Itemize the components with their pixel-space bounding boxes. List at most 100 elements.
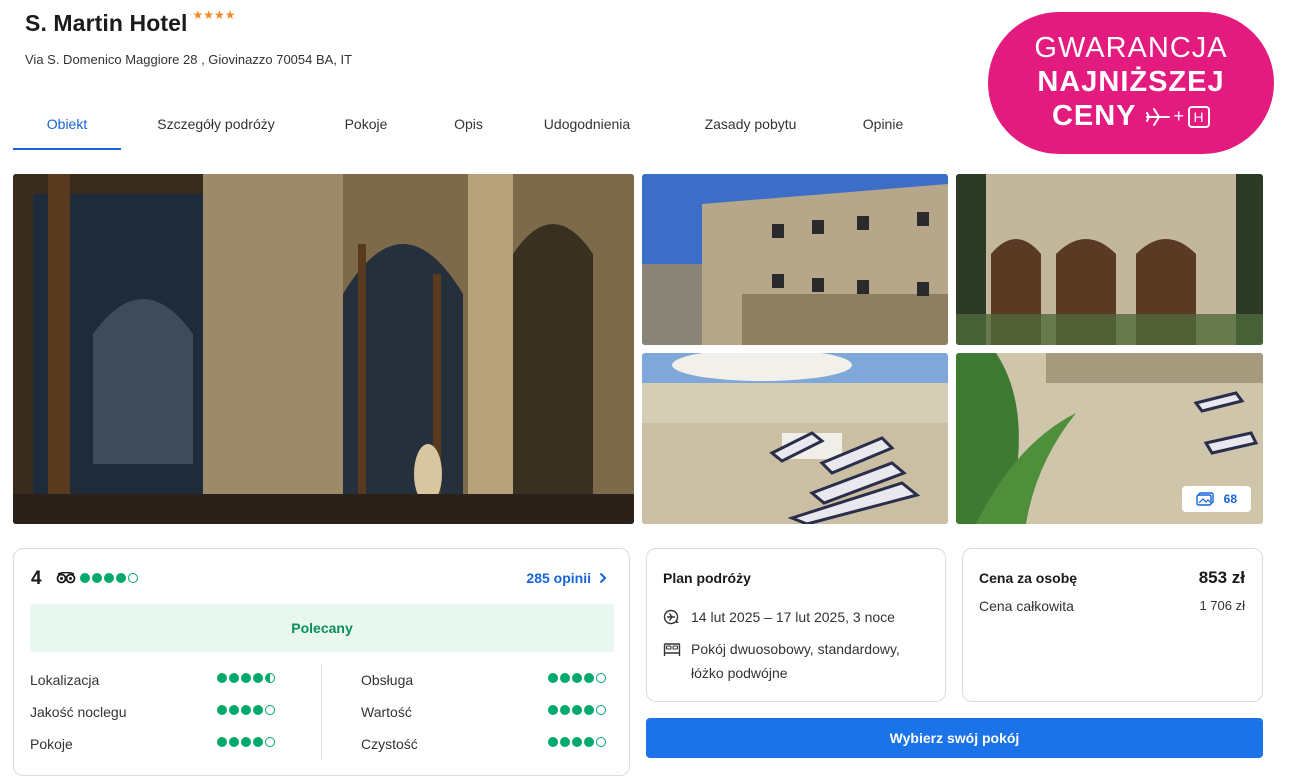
rating-dot xyxy=(572,737,582,747)
badge-line-3: CENY + H xyxy=(988,100,1274,133)
rating-dot xyxy=(548,705,558,715)
tripadvisor-rating xyxy=(56,572,138,584)
rating-dot xyxy=(596,737,606,747)
category-label-lokalizacja: Lokalizacja xyxy=(30,672,100,688)
rating-dot xyxy=(128,573,138,583)
category-dots xyxy=(217,705,275,715)
rating-dot xyxy=(572,673,582,683)
rating-dot xyxy=(584,705,594,715)
badge-plus: + xyxy=(1173,106,1186,126)
rating-dot xyxy=(241,737,251,747)
photo-courtyard-arches[interactable] xyxy=(956,174,1263,345)
hotel-title: S. Martin Hotel ★★★★ xyxy=(25,8,236,37)
tab-opinie[interactable]: Opinie xyxy=(843,100,923,150)
rating-dot xyxy=(217,737,227,747)
recommended-banner: Polecany xyxy=(30,604,614,652)
category-dots xyxy=(548,705,606,715)
hotel-box-icon: H xyxy=(1188,105,1211,128)
rating-dot xyxy=(560,705,570,715)
category-label-jakosc-noclegu: Jakość noclegu xyxy=(30,704,127,720)
price-card: Cena za osobę 853 zł Cena całkowita 1 70… xyxy=(962,548,1263,702)
rating-dot xyxy=(584,673,594,683)
rating-dot xyxy=(229,705,239,715)
rating-score: 4 xyxy=(31,568,42,589)
tab-obiekt[interactable]: Obiekt xyxy=(13,100,121,150)
rating-dot xyxy=(217,673,227,683)
hotel-stars: ★★★★ xyxy=(192,8,236,22)
price-total-label: Cena całkowita xyxy=(979,598,1074,614)
category-label-wartosc: Wartość xyxy=(361,704,412,720)
tab-szczegoly-podrozy[interactable]: Szczegóły podróży xyxy=(121,100,311,150)
tripadvisor-owl-icon xyxy=(56,572,76,584)
plan-dates-row: 14 lut 2025 – 17 lut 2025, 3 noce xyxy=(663,605,895,633)
photo-terrace-plants[interactable]: 68 xyxy=(956,353,1263,524)
tab-pokoje[interactable]: Pokoje xyxy=(311,100,421,150)
rating-dot xyxy=(241,705,251,715)
rating-dot xyxy=(92,573,102,583)
rating-dot xyxy=(229,737,239,747)
lowest-price-guarantee-badge: GWARANCJA NAJNIŻSZEJ CENY + H xyxy=(988,12,1274,154)
chevron-right-icon xyxy=(599,572,607,584)
rating-dot xyxy=(548,673,558,683)
category-dots xyxy=(217,673,275,683)
tab-opis[interactable]: Opis xyxy=(421,100,516,150)
category-label-obsluga: Obsługa xyxy=(361,672,414,688)
category-label-czystosc: Czystość xyxy=(361,736,418,752)
reviews-count: 285 opinii xyxy=(526,570,591,586)
category-label-pokoje: Pokoje xyxy=(30,736,73,752)
rating-dot xyxy=(241,673,251,683)
overall-rating-dots xyxy=(80,573,138,583)
reviews-link[interactable]: 285 opinii xyxy=(526,570,607,586)
rating-dot xyxy=(217,705,227,715)
rating-dot xyxy=(229,673,239,683)
badge-line-3-text: CENY xyxy=(1051,100,1137,132)
rating-dot xyxy=(596,705,606,715)
tab-zasady-pobytu[interactable]: Zasady pobytu xyxy=(658,100,843,150)
photo-stone-facade[interactable] xyxy=(642,174,948,345)
photo-count: 68 xyxy=(1223,492,1237,506)
bed-icon xyxy=(663,637,681,685)
photo-count-button[interactable]: 68 xyxy=(1181,486,1251,512)
photo-main-arcade[interactable] xyxy=(13,174,634,524)
rating-dot xyxy=(253,705,263,715)
rating-dot xyxy=(572,705,582,715)
plan-room-line-2: łóżko podwójne xyxy=(691,665,788,681)
category-dots xyxy=(217,737,275,747)
rating-dot xyxy=(265,737,275,747)
rating-dot xyxy=(253,737,263,747)
photo-terrace-loungers[interactable] xyxy=(642,353,948,524)
hotel-name: S. Martin Hotel xyxy=(25,10,188,36)
plan-room: Pokój dwuosobowy, standardowy, łóżko pod… xyxy=(691,637,900,685)
price-total-value: 1 706 zł xyxy=(1199,598,1245,613)
choose-room-button[interactable]: Wybierz swój pokój xyxy=(646,718,1263,758)
category-dots xyxy=(548,737,606,747)
rating-dot xyxy=(596,673,606,683)
category-dots xyxy=(548,673,606,683)
rating-card: 4 285 opinii Polecany Lokalizacja Jakość… xyxy=(13,548,630,776)
rating-dot xyxy=(80,573,90,583)
rating-dot xyxy=(265,705,275,715)
hotel-address: Via S. Domenico Maggiore 28 , Giovinazzo… xyxy=(25,52,353,67)
gallery-icon xyxy=(1195,492,1214,506)
calendar-plane-icon xyxy=(663,605,681,633)
plan-room-line-1: Pokój dwuosobowy, standardowy, xyxy=(691,641,900,657)
badge-line-2: NAJNIŻSZEJ xyxy=(1037,66,1225,98)
tab-udogodnienia[interactable]: Udogodnienia xyxy=(516,100,658,150)
rating-dot xyxy=(253,673,263,683)
rating-dot xyxy=(548,737,558,747)
rating-dot xyxy=(560,673,570,683)
price-per-person-label: Cena za osobę xyxy=(979,570,1078,586)
rating-dot xyxy=(584,737,594,747)
badge-line-1: GWARANCJA xyxy=(1034,32,1228,64)
rating-dot xyxy=(560,737,570,747)
trip-plan-card: Plan podróży 14 lut 2025 – 17 lut 2025, … xyxy=(646,548,946,702)
category-divider xyxy=(321,664,322,760)
rating-dot xyxy=(265,673,275,683)
badge-flight-hotel: + H xyxy=(1145,105,1211,128)
rating-dot xyxy=(116,573,126,583)
plan-dates: 14 lut 2025 – 17 lut 2025, 3 noce xyxy=(691,609,895,625)
price-per-person-value: 853 zł xyxy=(1198,568,1245,587)
section-tabs: Obiekt Szczegóły podróży Pokoje Opis Udo… xyxy=(13,100,923,150)
plan-title: Plan podróży xyxy=(663,570,751,586)
rating-dot xyxy=(104,573,114,583)
